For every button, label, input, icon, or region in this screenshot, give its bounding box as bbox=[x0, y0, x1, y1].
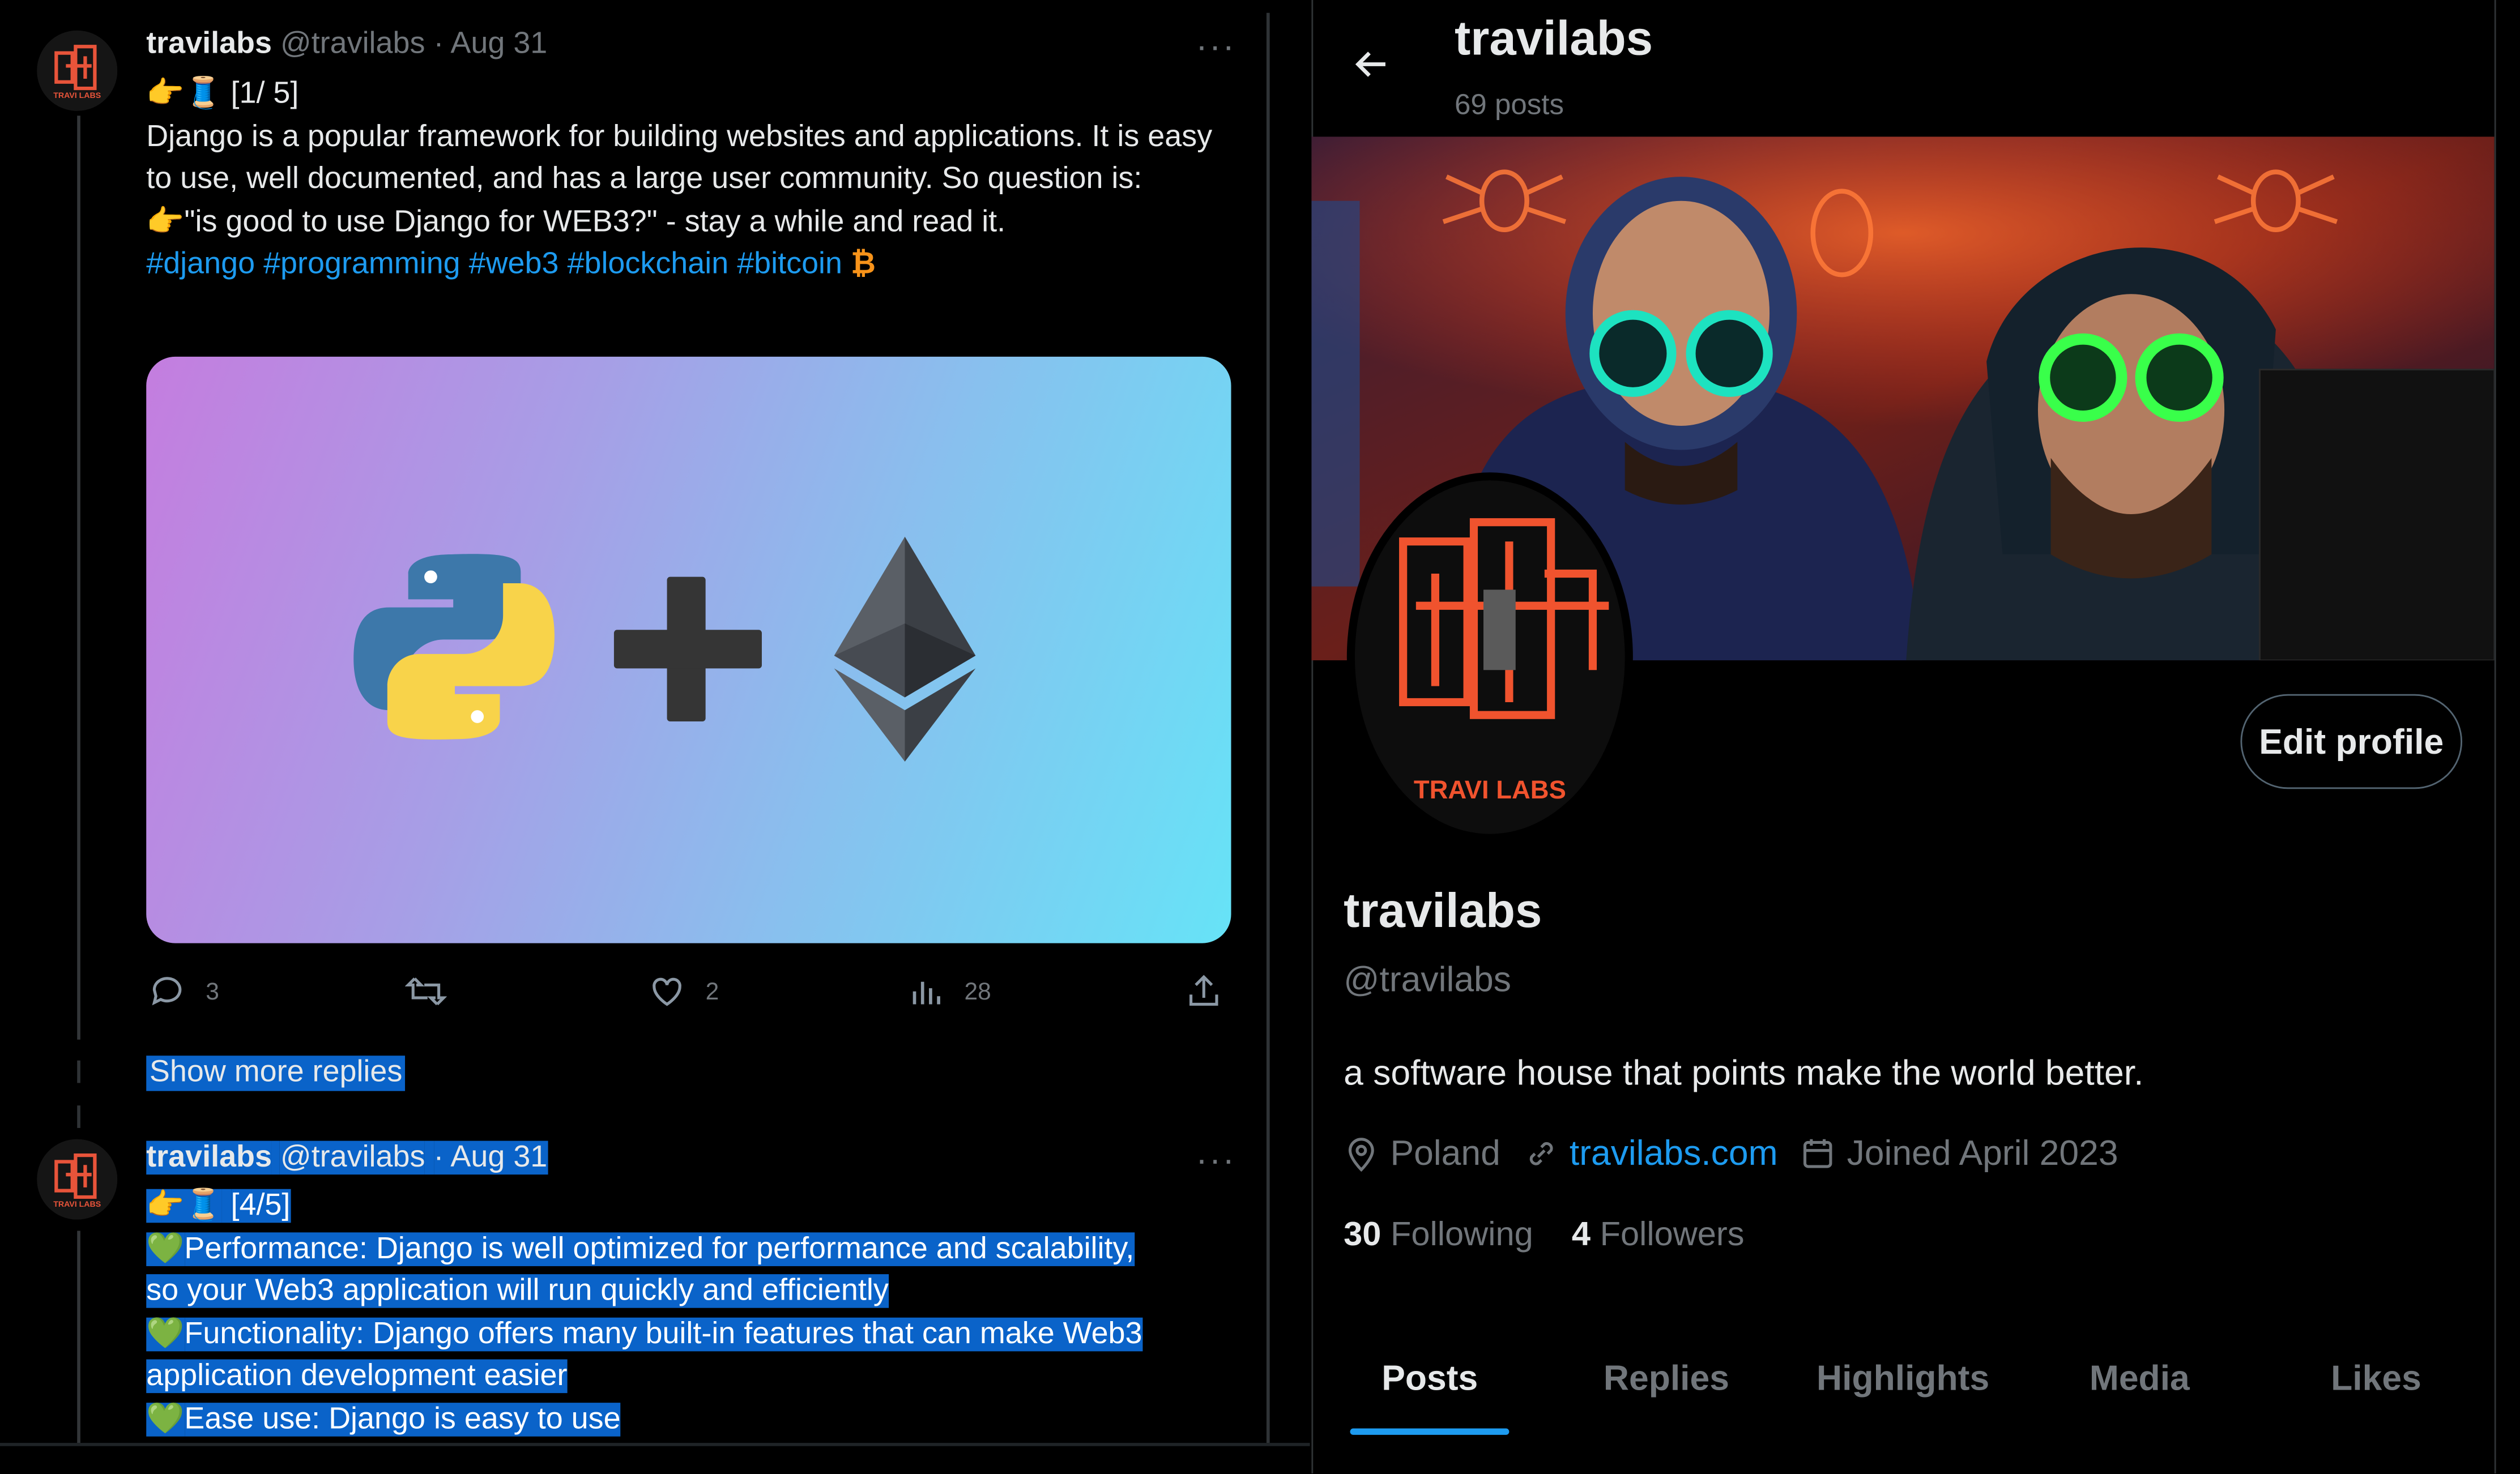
share-icon bbox=[1189, 975, 1218, 1006]
ethereum-logo-icon bbox=[834, 536, 976, 762]
avatar-mark: TRAVI LABS bbox=[53, 91, 101, 100]
python-logo-icon bbox=[353, 554, 555, 740]
edit-profile-button[interactable]: Edit profile bbox=[2240, 694, 2463, 789]
author-name[interactable]: travilabs bbox=[146, 1140, 272, 1175]
tab-likes[interactable]: Likes bbox=[2258, 1322, 2495, 1435]
tweet-header: travilabs @travilabs · Aug 31 bbox=[146, 27, 547, 62]
list-item: Ease use: Django is easy to use bbox=[184, 1402, 621, 1436]
thread-connector-dots bbox=[77, 1060, 80, 1083]
joined-date: Joined April 2023 bbox=[1847, 1133, 2118, 1173]
repost-button[interactable] bbox=[405, 972, 447, 1011]
list-item-continued: application development easier bbox=[146, 1359, 568, 1394]
tweet-text: 👉🧵 [4/5] 💚Performance: Django is well op… bbox=[146, 1186, 1239, 1441]
link-icon bbox=[1529, 1142, 1553, 1165]
following-link[interactable]: 30 Following bbox=[1344, 1216, 1533, 1255]
repost-icon bbox=[405, 977, 447, 1006]
tweet-body: Django is a popular framework for buildi… bbox=[146, 119, 1213, 196]
profile-bio: a software house that points make the wo… bbox=[1344, 1052, 2144, 1093]
thread-connector-dots bbox=[77, 1105, 80, 1128]
reply-count: 3 bbox=[206, 977, 219, 1005]
bottom-divider bbox=[0, 1443, 1310, 1446]
views-chart-icon bbox=[913, 981, 940, 1005]
avatar[interactable]: TRAVI LABS bbox=[37, 1139, 118, 1220]
tweet-header: travilabs @travilabs · Aug 31 bbox=[146, 1140, 547, 1176]
tweet-date[interactable]: · Aug 31 bbox=[433, 27, 547, 61]
share-button[interactable] bbox=[1186, 972, 1221, 1011]
author-name[interactable]: travilabs bbox=[146, 27, 272, 61]
calendar-icon bbox=[1803, 1139, 1832, 1168]
avatar-mark: TRAVI LABS bbox=[53, 1200, 101, 1209]
tab-posts[interactable]: Posts bbox=[1311, 1322, 1548, 1435]
back-arrow-icon[interactable] bbox=[1347, 40, 1395, 88]
followers-count: 4 bbox=[1571, 1216, 1591, 1254]
list-item-continued: so your Web3 application will run quickl… bbox=[146, 1274, 889, 1308]
profile-header-title: travilabs bbox=[1454, 12, 1653, 66]
list-item: Performance: Django is well optimized fo… bbox=[184, 1231, 1135, 1266]
profile-handle: @travilabs bbox=[1344, 959, 1512, 999]
tab-highlights[interactable]: Highlights bbox=[1785, 1322, 2022, 1435]
tab-media[interactable]: Media bbox=[2021, 1322, 2258, 1435]
more-options-icon[interactable]: ··· bbox=[1196, 25, 1236, 67]
tweet-date[interactable]: · Aug 31 bbox=[433, 1140, 547, 1175]
more-options-icon[interactable]: ··· bbox=[1196, 1139, 1236, 1181]
bitcoin-emoji: ₿ bbox=[851, 247, 876, 281]
location-text: Poland bbox=[1390, 1133, 1500, 1173]
thread-connector bbox=[77, 116, 80, 1040]
reply-button[interactable]: 3 bbox=[148, 972, 219, 1011]
like-button[interactable]: 2 bbox=[648, 972, 719, 1011]
website-link[interactable]: travilabs.com bbox=[1570, 1133, 1778, 1174]
following-count: 30 bbox=[1344, 1216, 1381, 1254]
profile-avatar[interactable]: TRAVI LABS bbox=[1346, 472, 1633, 842]
scrollbar-track[interactable] bbox=[2494, 0, 2520, 1473]
pointing-thread-emoji: 👉🧵 bbox=[146, 1189, 223, 1223]
author-handle[interactable]: @travilabs bbox=[280, 1140, 425, 1175]
profile-meta: Poland travilabs.com Joined April 2023 bbox=[1344, 1133, 2140, 1174]
column-divider bbox=[1266, 12, 1270, 1443]
profile-name: travilabs bbox=[1344, 885, 1542, 939]
views-button[interactable]: 28 bbox=[910, 972, 991, 1011]
heart-icon bbox=[653, 977, 681, 1006]
green-heart-emoji: 💚 bbox=[146, 1231, 185, 1266]
plus-icon bbox=[613, 576, 762, 722]
green-heart-emoji: 💚 bbox=[146, 1317, 185, 1351]
pointing-emoji: 👉 bbox=[146, 204, 185, 239]
location-pin-icon bbox=[1348, 1138, 1374, 1172]
tweet-question: "is good to use Django for WEB3?" - stay… bbox=[184, 204, 1006, 239]
author-handle[interactable]: @travilabs bbox=[280, 27, 425, 61]
thread-counter: [1/ 5] bbox=[231, 77, 299, 111]
views-count: 28 bbox=[964, 977, 991, 1005]
pointing-thread-emoji: 👉🧵 bbox=[146, 77, 223, 111]
followers-label: Followers bbox=[1600, 1216, 1745, 1254]
following-label: Following bbox=[1391, 1216, 1533, 1254]
followers-link[interactable]: 4 Followers bbox=[1572, 1216, 1745, 1255]
screen: TRAVI LABS travilabs @travilabs · Aug 31… bbox=[0, 0, 2520, 1473]
thread-connector bbox=[77, 1231, 80, 1443]
follow-stats: 30 Following 4 Followers bbox=[1344, 1216, 1744, 1255]
list-item: Functionality: Django offers many built-… bbox=[184, 1317, 1142, 1351]
tab-replies[interactable]: Replies bbox=[1548, 1322, 1785, 1435]
posts-count: 69 posts bbox=[1454, 88, 1564, 121]
green-heart-emoji: 💚 bbox=[146, 1402, 185, 1436]
profile-panel: travilabs 69 posts TRAVI LABS Edit profi… bbox=[1311, 0, 2495, 1473]
reply-icon bbox=[152, 977, 182, 1006]
show-more-replies-link[interactable]: Show more replies bbox=[146, 1056, 406, 1091]
tweet-image[interactable] bbox=[146, 356, 1231, 943]
hashtag-links[interactable]: #django #programming #web3 #blockchain #… bbox=[146, 247, 842, 281]
tweet-text: 👉🧵 [1/ 5] Django is a popular framework … bbox=[146, 74, 1239, 287]
avatar-text: TRAVI LABS bbox=[1414, 775, 1566, 804]
profile-tabs: Posts Replies Highlights Media Likes bbox=[1311, 1322, 2494, 1435]
avatar[interactable]: TRAVI LABS bbox=[37, 30, 118, 111]
like-count: 2 bbox=[705, 977, 719, 1005]
thread-counter: [4/5] bbox=[231, 1189, 291, 1223]
thread-column: TRAVI LABS travilabs @travilabs · Aug 31… bbox=[0, 0, 1310, 1473]
